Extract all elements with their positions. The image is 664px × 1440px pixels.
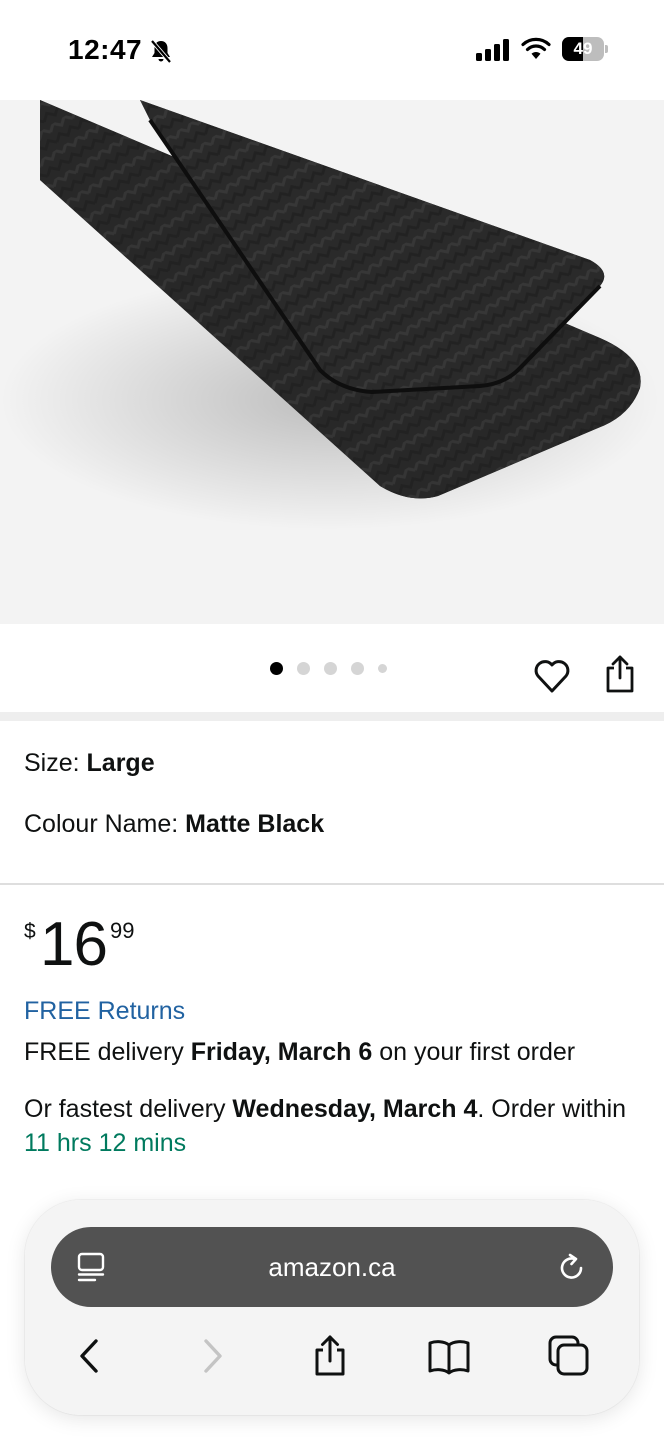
fastest-delivery-date: Wednesday, March 4 xyxy=(232,1095,478,1123)
book-icon[interactable] xyxy=(427,1334,471,1378)
colour-label: Colour Name: xyxy=(24,810,186,838)
colour-row[interactable]: Colour Name: Matte Black xyxy=(24,810,324,839)
size-row[interactable]: Size: Large xyxy=(24,749,155,778)
price-fraction: 99 xyxy=(110,918,135,943)
share-icon[interactable] xyxy=(602,654,638,694)
money-clip-illustration xyxy=(0,100,660,530)
url-text[interactable]: amazon.ca xyxy=(51,1227,613,1307)
size-label: Size: xyxy=(24,749,87,777)
battery-indicator: 49 xyxy=(562,37,608,61)
share-icon[interactable] xyxy=(308,1334,352,1378)
price-currency: $ xyxy=(24,920,36,943)
carousel-dot[interactable] xyxy=(270,661,283,675)
order-countdown: 11 hrs 12 mins xyxy=(24,1129,187,1157)
cellular-signal-icon xyxy=(476,39,509,61)
free-returns-link[interactable]: FREE Returns xyxy=(24,997,185,1026)
carousel-dot[interactable] xyxy=(378,663,387,673)
battery-body: 49 xyxy=(562,37,604,61)
bell-slash-icon xyxy=(150,39,172,64)
product-image[interactable] xyxy=(0,100,664,624)
heart-icon[interactable] xyxy=(532,656,572,696)
battery-tip xyxy=(605,45,608,53)
status-time: 12:47 xyxy=(68,34,143,65)
tabs-icon[interactable] xyxy=(547,1334,591,1378)
chevron-left-icon[interactable] xyxy=(68,1334,112,1378)
wifi-icon xyxy=(521,37,551,59)
price-whole: 16 xyxy=(40,910,108,979)
colour-value: Matte Black xyxy=(185,810,325,838)
reader-mode-icon[interactable] xyxy=(74,1250,108,1284)
size-value: Large xyxy=(86,749,155,777)
chevron-right-icon[interactable] xyxy=(190,1334,234,1378)
reload-icon[interactable] xyxy=(555,1251,589,1285)
fastest-delivery-prefix: Or fastest delivery xyxy=(24,1095,233,1123)
carousel-dot[interactable] xyxy=(297,661,310,675)
free-delivery-text: FREE delivery Friday, March 6 on your fi… xyxy=(24,1038,575,1067)
section-divider xyxy=(0,712,664,721)
fastest-delivery-text: Or fastest delivery Wednesday, March 4. … xyxy=(24,1092,634,1160)
section-divider xyxy=(0,883,664,885)
status-bar: 12:47 49 xyxy=(0,0,664,100)
free-delivery-prefix: FREE delivery xyxy=(24,1038,191,1066)
free-delivery-suffix: on your first order xyxy=(372,1038,576,1066)
free-delivery-date: Friday, March 6 xyxy=(190,1038,373,1066)
carousel-dot[interactable] xyxy=(351,661,364,675)
battery-level: 49 xyxy=(573,39,593,58)
carousel-dot[interactable] xyxy=(324,661,337,675)
fastest-delivery-middle: . Order within xyxy=(477,1095,627,1123)
